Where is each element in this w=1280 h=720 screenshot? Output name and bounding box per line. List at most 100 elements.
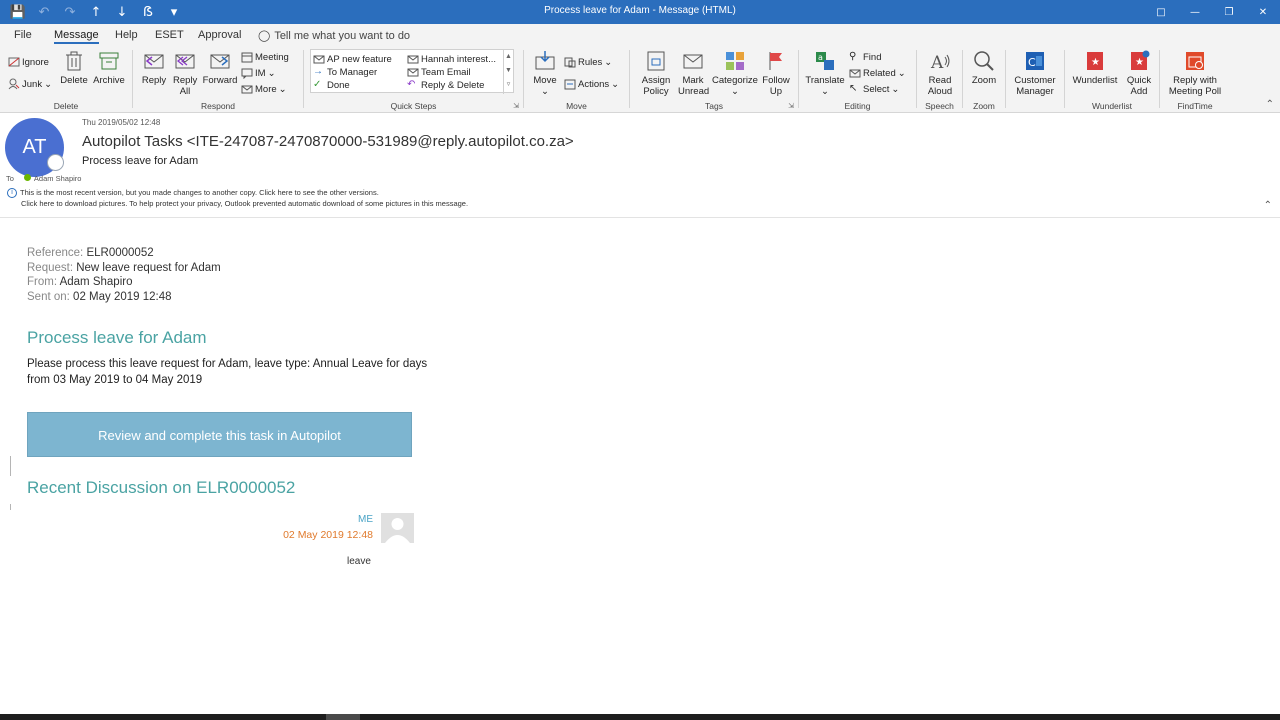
checkmark-icon: ✓ (313, 79, 322, 90)
svg-text:★: ★ (1091, 57, 1100, 68)
quick-steps-scroll[interactable]: ▲ ▼ ▿ (503, 50, 513, 94)
forward-label: Forward (202, 75, 238, 86)
collapse-ribbon-icon[interactable]: ⌃ (1266, 99, 1274, 110)
group-tags-label: Tags (705, 101, 723, 111)
delete-button[interactable]: Delete (58, 49, 90, 86)
reply-button[interactable]: Reply (139, 49, 169, 86)
zoom-button[interactable]: Zoom (967, 49, 1001, 86)
group-speech-label: Speech (925, 101, 954, 111)
quick-step-team-email[interactable]: Team Email (407, 66, 471, 78)
follow-up-button[interactable]: Follow Up (760, 49, 792, 97)
title-bar: 💾 ↶ ↷ ↑ ↓ ẞ ▾ Process leave for Adam - M… (0, 0, 1280, 24)
recipient[interactable]: Adam Shapiro (23, 174, 81, 183)
sender-address[interactable]: Autopilot Tasks <ITE-247087-2470870000-5… (82, 133, 574, 150)
reply-meeting-poll-label: Reply with Meeting Poll (1168, 75, 1222, 97)
dialog-launcher-icon[interactable]: ⇲ (788, 102, 794, 110)
taskbar-active-item[interactable] (326, 714, 360, 720)
restore-icon[interactable]: ❐ (1212, 0, 1246, 24)
wunderlist-button[interactable]: ★ Wunderlist (1069, 49, 1121, 86)
quick-step-label: Done (327, 79, 350, 91)
dialog-launcher-icon[interactable]: ⇲ (513, 102, 519, 110)
move-button[interactable]: Move ⌄ (530, 49, 560, 97)
more-button[interactable]: More ⌄ (241, 83, 287, 95)
archive-label: Archive (93, 75, 125, 86)
tell-me-search[interactable]: ◯ Tell me what you want to do (258, 29, 410, 42)
actions-button[interactable]: Actions ⌄ (564, 78, 619, 90)
quick-steps-gallery: AP new feature → To Manager ✓ Done Hanna… (310, 49, 514, 94)
svg-text:a: a (818, 53, 823, 62)
quick-step-to-manager[interactable]: → To Manager (313, 66, 377, 78)
mark-unread-button[interactable]: Mark Unread (676, 49, 710, 97)
reply-all-button[interactable]: Reply All (170, 49, 200, 97)
rules-button[interactable]: Rules ⌄ (564, 56, 612, 68)
quick-add-button[interactable]: ★ Quick Add (1123, 49, 1155, 97)
ignore-button[interactable]: Ignore (8, 56, 49, 68)
customer-manager-icon: C (1026, 52, 1044, 70)
read-aloud-label: Read Aloud (927, 75, 953, 97)
im-button[interactable]: IM ⌄ (241, 67, 276, 79)
version-notice-text: This is the most recent version, but you… (20, 188, 379, 197)
chevron-down-icon: ⌄ (44, 78, 53, 90)
review-task-button[interactable]: Review and complete this task in Autopil… (27, 412, 412, 457)
tab-message[interactable]: Message (54, 29, 99, 44)
quick-add-icon: ★ (1131, 50, 1150, 70)
to-label: To (6, 174, 14, 183)
quick-add-label: Quick Add (1126, 75, 1152, 97)
assign-policy-button[interactable]: Assign Policy (636, 49, 676, 97)
group-delete-label: Delete (53, 101, 79, 111)
quick-step-reply-delete[interactable]: ↶ Reply & Delete (407, 79, 484, 91)
categorize-label: Categorize (712, 75, 758, 86)
from-value: Adam Shapiro (59, 276, 133, 288)
customer-manager-button[interactable]: C Customer Manager (1010, 49, 1060, 97)
quick-step-done[interactable]: ✓ Done (313, 79, 350, 91)
translate-button[interactable]: a Translate ⌄ (805, 49, 845, 97)
download-pictures-notice[interactable]: Click here to download pictures. To help… (7, 198, 468, 209)
discussion-time: 02 May 2019 12:48 (283, 529, 373, 541)
categorize-button[interactable]: Categorize ⌄ (710, 49, 760, 97)
tab-eset[interactable]: ESET (155, 29, 184, 41)
version-notice[interactable]: i This is the most recent version, but yo… (7, 187, 468, 199)
related-button[interactable]: Related ⌄ (849, 67, 906, 79)
move-folder-icon (535, 51, 555, 70)
select-button[interactable]: ↖ Select ⌄ (849, 83, 899, 95)
group-customer-manager: C Customer Manager (1006, 46, 1064, 113)
tab-file[interactable]: File (14, 29, 32, 41)
request-value: New leave request for Adam (76, 261, 221, 274)
delete-label: Delete (60, 75, 88, 86)
discussion-text: leave (347, 556, 371, 567)
quick-step-ap-new-feature[interactable]: AP new feature (313, 53, 392, 65)
chevron-down-icon: ⌄ (267, 67, 276, 79)
collapse-header-icon[interactable]: ⌃ (1264, 200, 1272, 211)
read-aloud-button[interactable]: A Read Aloud (921, 49, 959, 97)
magnifier-icon (974, 51, 994, 71)
discussion-author: ME (358, 514, 373, 525)
customer-manager-label: Customer Manager (1014, 75, 1056, 97)
meeting-button[interactable]: Meeting (241, 51, 289, 63)
message-body: Reference: ELR0000052 Request: New leave… (0, 218, 1280, 714)
ribbon-display-options-icon[interactable]: □ (1144, 0, 1178, 24)
quick-step-hannah[interactable]: Hannah interest... (407, 53, 496, 65)
presence-status-icon (47, 154, 64, 171)
body-heading: Process leave for Adam (27, 328, 207, 347)
forward-button[interactable]: Forward (201, 49, 239, 86)
close-icon[interactable]: ✕ (1246, 0, 1280, 24)
chevron-down-icon: ⌄ (611, 78, 620, 90)
group-wunderlist-label: Wunderlist (1092, 101, 1132, 111)
junk-button[interactable]: Junk ⌄ (8, 78, 52, 90)
reply-meeting-poll-button[interactable]: Reply with Meeting Poll (1162, 49, 1228, 97)
discussion-avatar (381, 513, 414, 543)
archive-icon (99, 52, 119, 70)
find-label: Find (863, 51, 882, 63)
tab-approval[interactable]: Approval (198, 29, 241, 41)
recipient-line: To Adam Shapiro (6, 174, 81, 183)
minimize-icon[interactable]: — (1178, 0, 1212, 24)
translate-icon: a (816, 52, 834, 70)
archive-button[interactable]: Archive (90, 49, 128, 86)
envelope-icon (683, 54, 703, 69)
chevron-down-icon: ⌄ (897, 67, 906, 79)
group-editing-label: Editing (844, 101, 871, 111)
zoom-label: Zoom (971, 75, 997, 86)
tab-help[interactable]: Help (115, 29, 138, 41)
find-button[interactable]: ⚲ Find (849, 51, 881, 63)
quick-step-label: Team Email (421, 66, 471, 78)
